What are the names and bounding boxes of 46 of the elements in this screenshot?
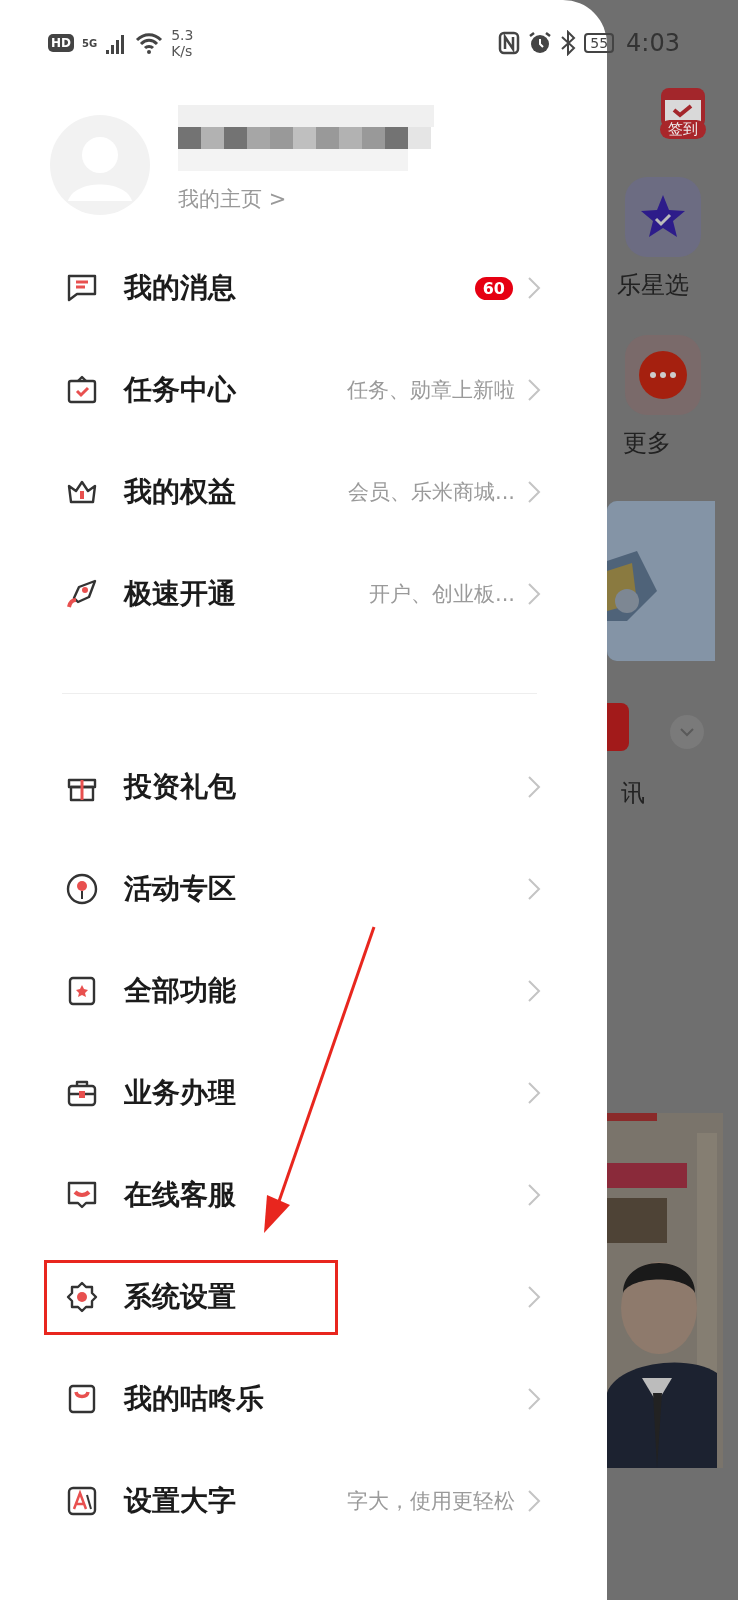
tab-marker [607, 703, 629, 751]
nfc-icon [498, 31, 521, 55]
menu-item[interactable]: 投资礼包 [0, 736, 607, 838]
pin-icon [64, 871, 100, 907]
chevron-icon [527, 378, 541, 402]
chevron-icon [527, 276, 541, 300]
battery-level: 55 [584, 33, 615, 53]
chevron-icon [527, 1285, 541, 1309]
shortcut-label: 乐星选 [617, 270, 689, 301]
menu-item[interactable]: 我的权益 会员、乐米商城... [0, 441, 607, 543]
menu-item[interactable]: 业务办理 [0, 1042, 607, 1144]
menu-item[interactable]: 设置大字 字大，使用更轻松 [0, 1450, 607, 1552]
settings-icon [64, 1279, 100, 1315]
chevron-icon [527, 775, 541, 799]
chevron-icon [527, 877, 541, 901]
bluetooth-icon [560, 30, 577, 56]
menu-item[interactable]: 全部功能 [0, 940, 607, 1042]
wifi-icon [135, 32, 164, 54]
menu-item[interactable]: 系统设置 [0, 1246, 607, 1348]
menu-subtitle: 开户、创业板... [368, 581, 515, 608]
menu-item[interactable]: 在线客服 [0, 1144, 607, 1246]
menu-item[interactable]: 极速开通 开户、创业板... [0, 543, 607, 645]
chevron-icon [527, 979, 541, 1003]
chevron-icon [527, 1183, 541, 1207]
checkin-label[interactable]: 签到 [660, 120, 706, 139]
menu-item[interactable]: 我的咕咚乐 [0, 1348, 607, 1450]
news-label: 讯 [621, 778, 646, 809]
count-badge: 60 [474, 276, 513, 300]
alarm-icon [528, 31, 553, 55]
menu-subtitle: 会员、乐米商城... [347, 479, 515, 506]
menu-subtitle: 任务、勋章上新啦 [347, 377, 515, 404]
network-speed: 5.3 K/s [171, 26, 195, 60]
chevron-icon [527, 1081, 541, 1105]
shortcut-label: 更多 [623, 428, 671, 459]
menu-subtitle: 字大，使用更轻松 [347, 1488, 515, 1515]
chevron-icon [527, 480, 541, 504]
clock-time: 4:03 [626, 29, 680, 57]
chevron-icon [527, 1387, 541, 1411]
menu-item[interactable]: 我的消息 60 [0, 237, 607, 339]
more-icon[interactable] [638, 350, 688, 400]
chevron-icon [527, 582, 541, 606]
hd-badge: HD [48, 34, 74, 52]
chevron-icon [527, 1489, 541, 1513]
menu-item[interactable]: 任务中心 任务、勋章上新啦 [0, 339, 607, 441]
network-label: 5G [82, 37, 98, 49]
menu-item[interactable]: 活动专区 [0, 838, 607, 940]
